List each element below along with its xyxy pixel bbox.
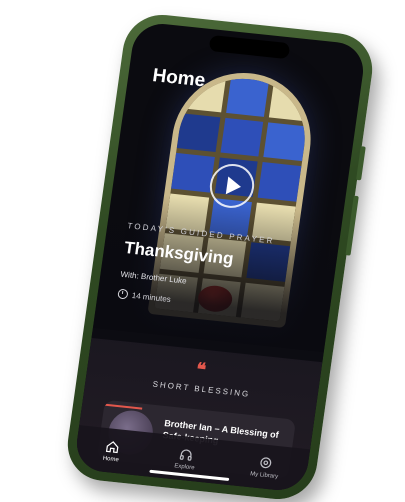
notch <box>208 34 291 60</box>
progress-bar <box>104 403 143 410</box>
phone-body: Home TODAY'S GUIDED PRAYER Thanksgiving … <box>62 11 378 502</box>
tab-label: My Library <box>249 470 279 480</box>
tab-label: Home <box>102 455 120 463</box>
clock-icon <box>117 288 129 300</box>
side-button <box>345 195 359 256</box>
featured-prayer[interactable]: TODAY'S GUIDED PRAYER Thanksgiving With:… <box>117 221 275 314</box>
featured-title: Thanksgiving <box>123 238 235 269</box>
library-icon <box>260 456 272 468</box>
tab-explore[interactable]: Explore <box>174 446 197 471</box>
home-icon <box>105 440 119 453</box>
page-title: Home <box>151 65 207 92</box>
tab-label: Explore <box>173 462 195 471</box>
tab-home[interactable]: Home <box>102 438 121 463</box>
phone-screen: Home TODAY'S GUIDED PRAYER Thanksgiving … <box>73 21 367 493</box>
tab-my-library[interactable]: My Library <box>250 454 281 480</box>
headphones-icon <box>179 448 192 461</box>
device-mockup: Home TODAY'S GUIDED PRAYER Thanksgiving … <box>0 0 405 502</box>
side-button <box>356 146 366 181</box>
play-icon <box>225 176 243 196</box>
